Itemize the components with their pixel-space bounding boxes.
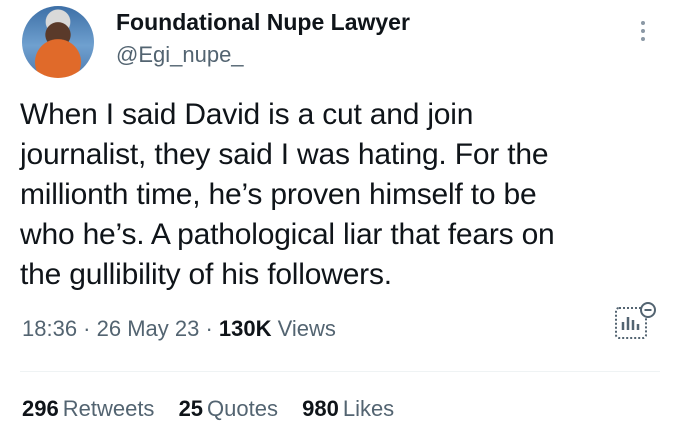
tweet-text: When I said David is a cut and join jour… — [20, 98, 555, 291]
likes-stat[interactable]: 980 Likes — [302, 396, 394, 421]
likes-label: Likes — [342, 396, 395, 421]
meta-separator: · — [199, 316, 219, 341]
quotes-count: 25 — [178, 396, 204, 421]
views-count: 130K — [218, 316, 272, 341]
avatar[interactable] — [22, 6, 94, 78]
quotes-stat[interactable]: 25 Quotes — [179, 396, 278, 421]
analytics-icon[interactable] — [612, 300, 658, 346]
tweet-meta: 18:36 · 26 May 23 · 130K Views — [22, 316, 336, 342]
likes-count: 980 — [302, 396, 339, 421]
author-display-name[interactable]: Foundational Nupe Lawyer — [116, 9, 410, 36]
tweet-time[interactable]: 18:36 — [22, 316, 77, 341]
retweets-count: 296 — [22, 396, 59, 421]
tweet-date[interactable]: 26 May 23 — [97, 316, 200, 341]
views-label: Views — [277, 316, 336, 341]
more-options-icon[interactable] — [636, 18, 650, 48]
meta-separator: · — [77, 316, 97, 341]
tweet-stats: 296 Retweets 25 Quotes 980 Likes — [22, 396, 412, 422]
retweets-stat[interactable]: 296 Retweets — [22, 396, 154, 421]
retweets-label: Retweets — [62, 396, 155, 421]
quotes-label: Quotes — [207, 396, 278, 421]
author-handle[interactable]: @Egi_nupe_ — [116, 42, 244, 68]
divider — [20, 371, 660, 372]
